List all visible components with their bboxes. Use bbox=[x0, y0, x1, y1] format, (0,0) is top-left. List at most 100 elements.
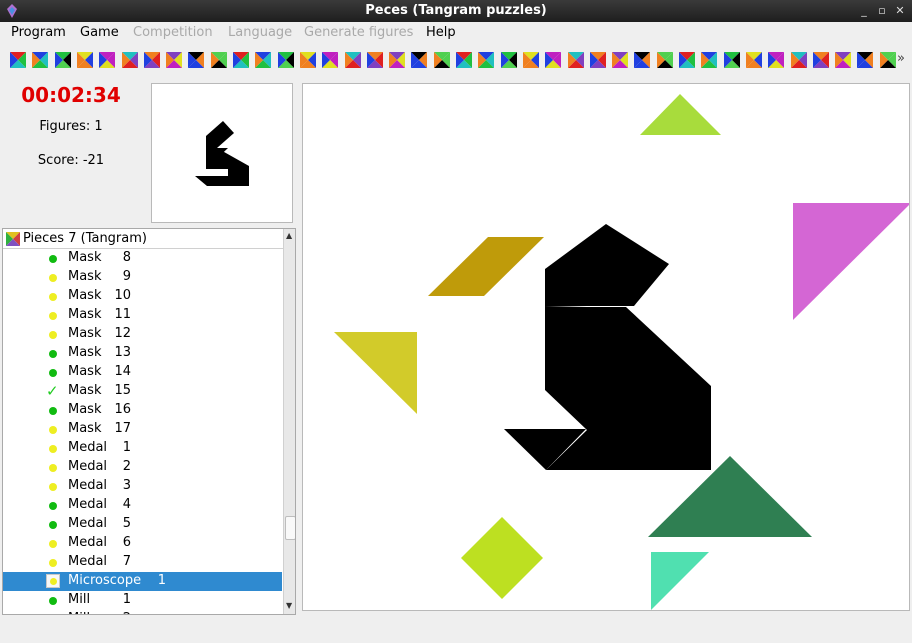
tree-header[interactable]: Pieces 7 (Tangram) bbox=[3, 229, 283, 249]
status-dot-icon bbox=[49, 597, 57, 605]
minimize-icon[interactable]: _ bbox=[857, 4, 871, 18]
figure-shortcut-21-icon[interactable] bbox=[454, 50, 474, 70]
menu-competition[interactable]: Competition bbox=[133, 25, 213, 40]
figure-shortcut-8-icon[interactable] bbox=[164, 50, 184, 70]
tree-item[interactable]: Mill 1 bbox=[3, 591, 282, 610]
puzzle-board-svg bbox=[334, 94, 911, 610]
tree-item[interactable]: Mask 16 bbox=[3, 401, 282, 420]
figure-shortcut-31-icon[interactable] bbox=[677, 50, 697, 70]
tree-rows: Mask 8 Mask 9 Mask 10 Mask 11 Mask 12 Mask 13 Mask 14… bbox=[3, 249, 283, 614]
figure-shortcut-33-icon[interactable] bbox=[722, 50, 742, 70]
figure-shortcut-34-icon[interactable] bbox=[744, 50, 764, 70]
figure-shortcut-16-icon[interactable] bbox=[343, 50, 363, 70]
piece-square-lime[interactable] bbox=[461, 517, 543, 599]
tree-item-name: Medal bbox=[68, 535, 108, 550]
figure-preview bbox=[151, 83, 293, 223]
tangram-category-icon bbox=[6, 232, 20, 246]
tree-item[interactable]: Mask 17 bbox=[3, 420, 282, 439]
figure-shortcut-29-icon[interactable] bbox=[632, 50, 652, 70]
figure-shortcut-27-icon[interactable] bbox=[588, 50, 608, 70]
figure-shortcut-20-icon[interactable] bbox=[432, 50, 452, 70]
tree-item[interactable]: Mask 8 bbox=[3, 249, 282, 268]
tree-item[interactable]: Medal 3 bbox=[3, 477, 282, 496]
figure-shortcut-11-icon[interactable] bbox=[231, 50, 251, 70]
figure-shortcut-22-icon[interactable] bbox=[476, 50, 496, 70]
tree-item-number: 2 bbox=[111, 611, 131, 614]
menu-help[interactable]: Help bbox=[426, 25, 456, 40]
piece-large-triangle-magenta[interactable] bbox=[793, 203, 911, 320]
piece-parallelogram-gold[interactable] bbox=[428, 237, 544, 296]
tree-item[interactable]: Medal 7 bbox=[3, 553, 282, 572]
figure-toolbar: » bbox=[0, 46, 912, 74]
figure-shortcut-24-icon[interactable] bbox=[521, 50, 541, 70]
piece-medium-triangle-yellow[interactable] bbox=[334, 332, 417, 414]
status-dot-icon bbox=[49, 274, 57, 282]
figure-shortcut-3-icon[interactable] bbox=[53, 50, 73, 70]
figure-shortcut-32-icon[interactable] bbox=[699, 50, 719, 70]
figure-shortcut-9-icon[interactable] bbox=[186, 50, 206, 70]
tree-item[interactable]: Mask 12 bbox=[3, 325, 282, 344]
figure-shortcut-28-icon[interactable] bbox=[610, 50, 630, 70]
figure-shortcut-12-icon[interactable] bbox=[253, 50, 273, 70]
figure-shortcut-23-icon[interactable] bbox=[499, 50, 519, 70]
figure-shortcut-35-icon[interactable] bbox=[766, 50, 786, 70]
close-icon[interactable]: ✕ bbox=[893, 4, 907, 18]
figure-shortcut-19-icon[interactable] bbox=[409, 50, 429, 70]
toolbar-more-button[interactable]: » bbox=[897, 51, 905, 66]
maximize-icon[interactable]: ▫ bbox=[875, 4, 889, 18]
scroll-thumb[interactable] bbox=[285, 516, 295, 540]
figure-shortcut-4-icon[interactable] bbox=[75, 50, 95, 70]
figure-shortcut-30-icon[interactable] bbox=[655, 50, 675, 70]
tree-item[interactable]: Mask 9 bbox=[3, 268, 282, 287]
figure-shortcut-37-icon[interactable] bbox=[811, 50, 831, 70]
figure-shortcut-17-icon[interactable] bbox=[365, 50, 385, 70]
figure-shortcut-18-icon[interactable] bbox=[387, 50, 407, 70]
menu-language[interactable]: Language bbox=[228, 25, 292, 40]
tree-item[interactable]: ✓ Mask 15 bbox=[3, 382, 282, 401]
figure-shortcut-5-icon[interactable] bbox=[97, 50, 117, 70]
tree-item[interactable]: Medal 6 bbox=[3, 534, 282, 553]
tree-item[interactable]: Mask 14 bbox=[3, 363, 282, 382]
tree-item[interactable]: Medal 5 bbox=[3, 515, 282, 534]
status-dot-icon bbox=[49, 464, 57, 472]
figure-shortcut-40-icon[interactable] bbox=[878, 50, 898, 70]
tree-item[interactable]: Medal 1 bbox=[3, 439, 282, 458]
tree-item[interactable]: Mask 11 bbox=[3, 306, 282, 325]
scroll-down-icon[interactable]: ▼ bbox=[286, 601, 292, 610]
tree-item[interactable]: Medal 2 bbox=[3, 458, 282, 477]
figure-shortcut-25-icon[interactable] bbox=[543, 50, 563, 70]
menu-generate-figures[interactable]: Generate figures bbox=[304, 25, 413, 40]
figure-shortcut-1-icon[interactable] bbox=[8, 50, 28, 70]
figure-shortcut-14-icon[interactable] bbox=[298, 50, 318, 70]
tree-item[interactable]: Mask 10 bbox=[3, 287, 282, 306]
tree-item-name: Medal bbox=[68, 459, 108, 474]
figure-shortcut-2-icon[interactable] bbox=[30, 50, 50, 70]
window-title: Peces (Tangram puzzles) bbox=[365, 3, 547, 18]
figure-shortcut-6-icon[interactable] bbox=[120, 50, 140, 70]
tree-scrollbar[interactable]: ▲ ▼ bbox=[283, 229, 295, 614]
tree-item[interactable]: Microscope 1 bbox=[3, 572, 282, 591]
menu-program[interactable]: Program bbox=[11, 25, 66, 40]
piece-small-triangle-teal[interactable] bbox=[651, 552, 709, 610]
title-bar[interactable]: Peces (Tangram puzzles) _ ▫ ✕ bbox=[0, 0, 912, 22]
figure-shortcut-7-icon[interactable] bbox=[142, 50, 162, 70]
tree-item-name: Microscope bbox=[68, 573, 142, 588]
tree-item-number: 15 bbox=[114, 383, 131, 398]
tree-item[interactable]: Mask 13 bbox=[3, 344, 282, 363]
tree-item-name: Mask bbox=[68, 402, 102, 417]
tree-item[interactable]: Mill 2 bbox=[3, 610, 282, 614]
scroll-up-icon[interactable]: ▲ bbox=[286, 231, 292, 240]
menu-game[interactable]: Game bbox=[80, 25, 119, 40]
figure-shortcut-15-icon[interactable] bbox=[320, 50, 340, 70]
tree-item-number: 1 bbox=[157, 573, 166, 588]
figure-shortcut-38-icon[interactable] bbox=[833, 50, 853, 70]
figure-shortcut-26-icon[interactable] bbox=[566, 50, 586, 70]
figure-shortcut-10-icon[interactable] bbox=[209, 50, 229, 70]
figure-shortcut-36-icon[interactable] bbox=[789, 50, 809, 70]
figure-shortcut-13-icon[interactable] bbox=[276, 50, 296, 70]
tree-item[interactable]: Medal 4 bbox=[3, 496, 282, 515]
piece-small-triangle-green[interactable] bbox=[640, 94, 721, 135]
tree-item-name: Mill bbox=[68, 611, 90, 614]
figure-shortcut-39-icon[interactable] bbox=[855, 50, 875, 70]
puzzle-board[interactable] bbox=[302, 83, 911, 611]
